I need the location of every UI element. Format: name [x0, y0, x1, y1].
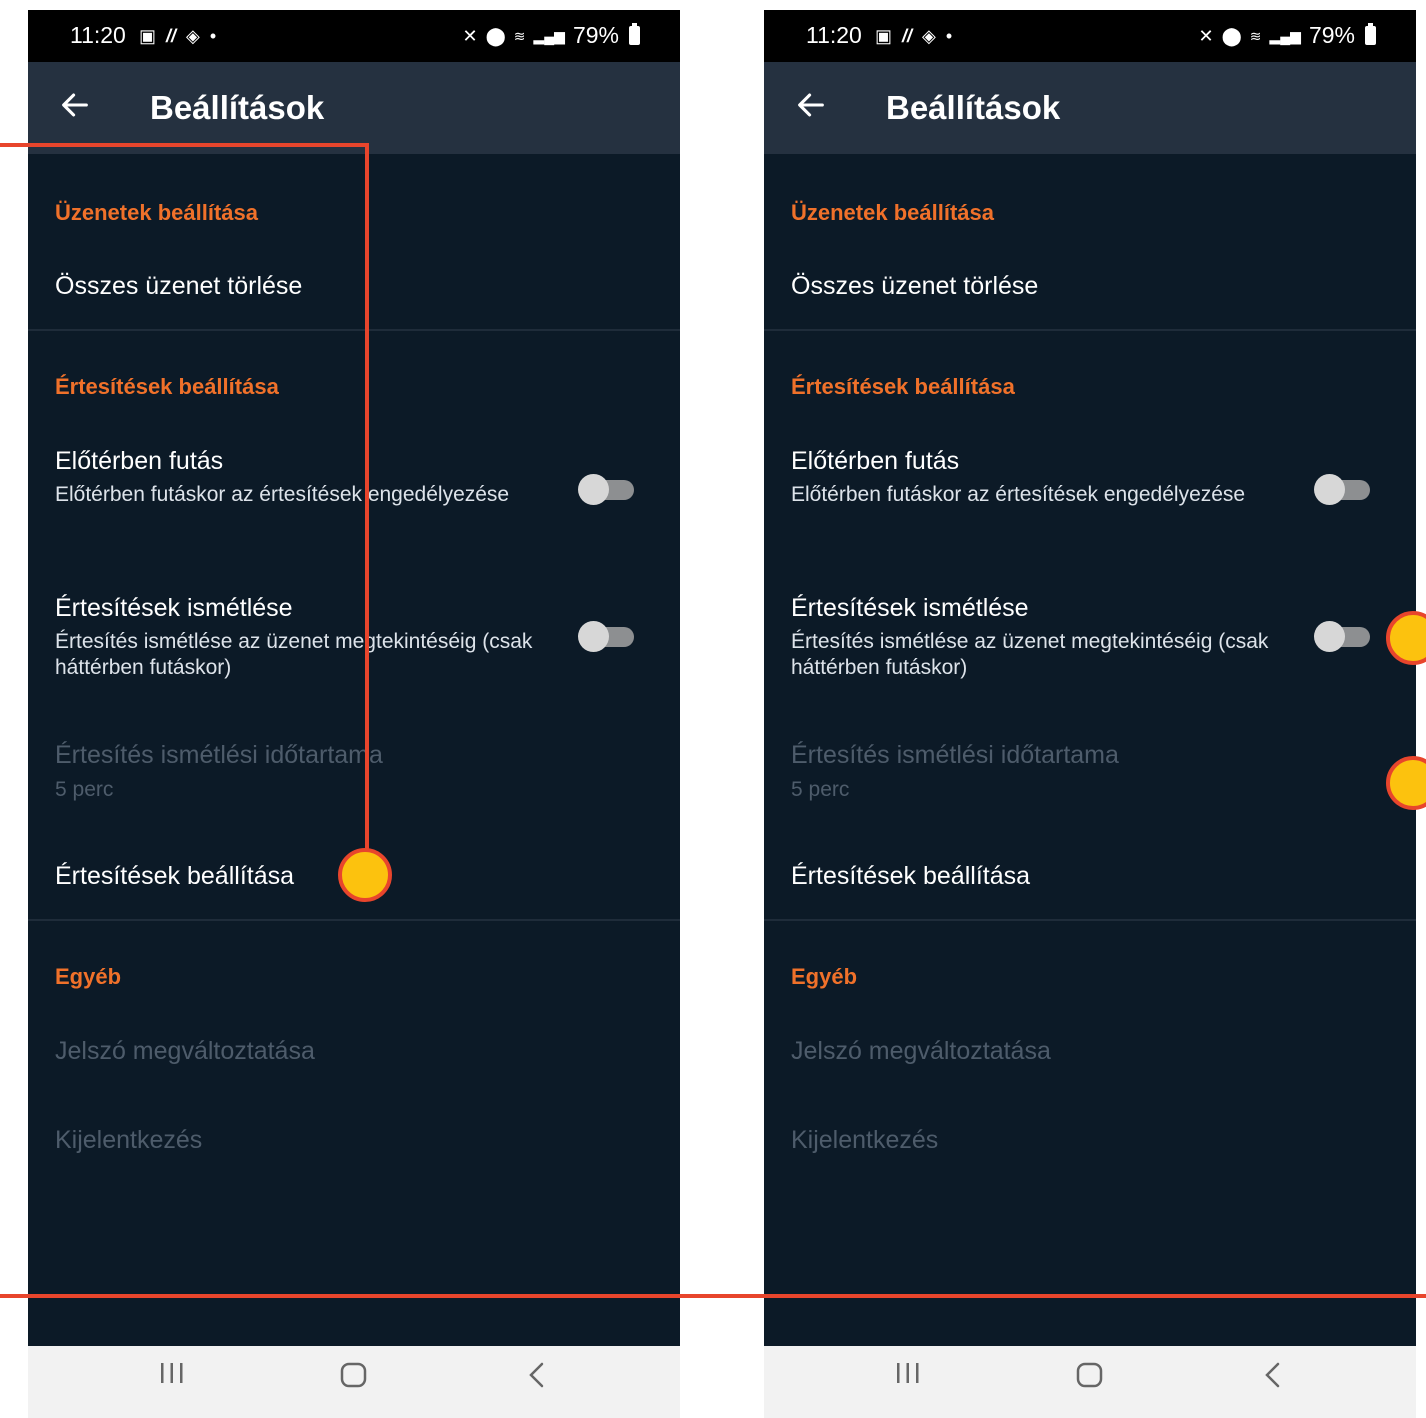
- repeat-notifications-subtitle: Értesítés ismétlése az üzenet megtekinté…: [791, 630, 1269, 679]
- messenger-icon: ◈: [186, 26, 200, 46]
- repeat-duration-value: 5 perc: [55, 778, 114, 801]
- change-password-item: Jelszó megváltoztatása: [55, 1037, 315, 1065]
- status-bar: 11:20 ▣ // ◈ • ✕ ⬤ ≋ ▂▄▆ 79%: [28, 10, 680, 62]
- repeat-notifications-subtitle: Értesítés ismétlése az üzenet megtekinté…: [55, 630, 533, 679]
- messenger-icon: ◈: [922, 26, 936, 46]
- section-header-messages: Üzenetek beállítása: [55, 200, 258, 225]
- notification-settings-item[interactable]: Értesítések beállítása: [55, 862, 294, 891]
- battery-icon: [629, 23, 640, 45]
- home-icon[interactable]: [1075, 1360, 1105, 1390]
- repeat-notifications-title[interactable]: Értesítések ismétlése: [791, 594, 1029, 623]
- slash-icon: //: [166, 26, 177, 46]
- recents-icon[interactable]: [158, 1360, 186, 1386]
- status-bar: 11:20 ▣ // ◈ • ✕ ⬤ ≋ ▂▄▆ 79%: [764, 10, 1416, 62]
- volte-signal-icon: ▂▄▆: [533, 27, 565, 44]
- status-time: 11:20: [70, 22, 126, 48]
- foreground-running-title[interactable]: Előtérben futás: [791, 447, 959, 476]
- slash-icon: //: [902, 26, 913, 46]
- annotation-line: [0, 1294, 1426, 1298]
- section-header-notifications: Értesítések beállítása: [791, 374, 1015, 399]
- delete-all-messages-item[interactable]: Összes üzenet törlése: [791, 272, 1038, 301]
- wifi-icon: ≋: [1249, 27, 1262, 44]
- gallery-icon: ▣: [875, 26, 893, 46]
- back-chevron-icon[interactable]: [1261, 1360, 1285, 1390]
- mute-icon: ✕: [1198, 25, 1214, 46]
- battery-percent: 79%: [1308, 22, 1355, 48]
- mute-icon: ✕: [462, 25, 478, 46]
- divider: [28, 919, 680, 921]
- page-title: Beállítások: [150, 89, 325, 126]
- recents-icon[interactable]: [894, 1360, 922, 1386]
- section-header-notifications: Értesítések beállítása: [55, 374, 279, 399]
- dot-icon: •: [209, 26, 217, 46]
- phone-screen-left: 11:20 ▣ // ◈ • ✕ ⬤ ≋ ▂▄▆ 79% Beállítások…: [28, 10, 680, 1418]
- page-title: Beállítások: [886, 89, 1061, 126]
- repeat-duration-title: Értesítés ismétlési időtartama: [791, 741, 1119, 769]
- notification-settings-item[interactable]: Értesítések beállítása: [791, 862, 1030, 891]
- app-bar: Beállítások: [764, 62, 1416, 154]
- system-nav-bar: [28, 1346, 680, 1418]
- foreground-running-subtitle: Előtérben futáskor az értesítések engedé…: [55, 483, 510, 506]
- annotation-line: [365, 143, 369, 853]
- logout-item: Kijelentkezés: [791, 1126, 939, 1154]
- arrow-left-icon[interactable]: [58, 88, 92, 122]
- foreground-running-subtitle: Előtérben futáskor az értesítések engedé…: [791, 483, 1246, 506]
- repeat-notifications-toggle[interactable]: [1314, 621, 1370, 652]
- battery-icon: [1365, 23, 1376, 45]
- foreground-running-toggle[interactable]: [1314, 474, 1370, 505]
- hotspot-marker: [338, 848, 392, 902]
- status-time: 11:20: [806, 22, 862, 48]
- foreground-running-title[interactable]: Előtérben futás: [55, 447, 223, 476]
- logout-item: Kijelentkezés: [55, 1126, 203, 1154]
- foreground-running-toggle[interactable]: [578, 474, 634, 505]
- annotation-line: [0, 143, 369, 147]
- arrow-left-icon[interactable]: [794, 88, 828, 122]
- wifi-icon: ≋: [513, 27, 526, 44]
- repeat-duration-value: 5 perc: [791, 778, 850, 801]
- section-header-messages: Üzenetek beállítása: [791, 200, 994, 225]
- back-chevron-icon[interactable]: [525, 1360, 549, 1390]
- dot-icon: •: [945, 26, 953, 46]
- home-icon[interactable]: [339, 1360, 369, 1390]
- section-header-other: Egyéb: [791, 964, 858, 989]
- divider: [764, 919, 1416, 921]
- divider: [764, 329, 1416, 331]
- change-password-item: Jelszó megváltoztatása: [791, 1037, 1051, 1065]
- repeat-notifications-toggle[interactable]: [578, 621, 634, 652]
- volte-signal-icon: ▂▄▆: [1269, 27, 1301, 44]
- delete-all-messages-item[interactable]: Összes üzenet törlése: [55, 272, 302, 301]
- battery-percent: 79%: [572, 22, 619, 48]
- repeat-duration-title: Értesítés ismétlési időtartama: [55, 741, 383, 769]
- divider: [28, 329, 680, 331]
- app-bar: Beállítások: [28, 62, 680, 154]
- section-header-other: Egyéb: [55, 964, 122, 989]
- repeat-notifications-title[interactable]: Értesítések ismétlése: [55, 594, 293, 623]
- phone-screen-right: 11:20 ▣ // ◈ • ✕ ⬤ ≋ ▂▄▆ 79% Beállítások…: [764, 10, 1416, 1418]
- system-nav-bar: [764, 1346, 1416, 1418]
- location-icon: ⬤: [1221, 25, 1242, 46]
- location-icon: ⬤: [485, 25, 506, 46]
- gallery-icon: ▣: [139, 26, 157, 46]
